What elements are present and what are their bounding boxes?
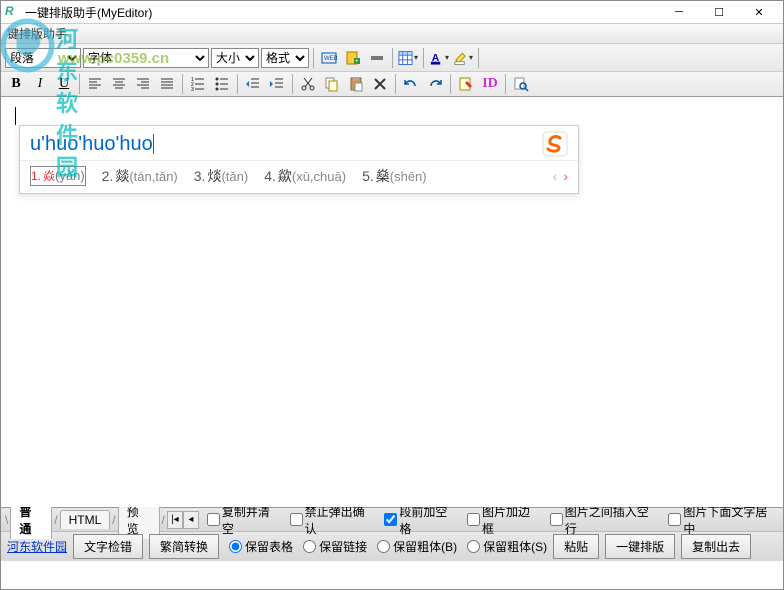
- sogou-logo-icon: [542, 131, 568, 157]
- checkbox-copy-clear[interactable]: 复制并清空: [207, 503, 282, 537]
- ime-prev-icon[interactable]: ‹: [553, 168, 558, 184]
- format-select[interactable]: 格式: [261, 48, 309, 68]
- tab-nav-first-icon[interactable]: |◂: [167, 511, 183, 529]
- ime-input-text: u'huo'huo'huo: [30, 133, 153, 156]
- tool-remove-icon[interactable]: [366, 47, 388, 69]
- radio-keep-link[interactable]: 保留链接: [303, 538, 367, 555]
- ime-candidate-4[interactable]: 4.歘(xū,chuā): [264, 166, 346, 186]
- window-title: 一键排版助手(MyEditor): [25, 4, 659, 21]
- italic-button[interactable]: I: [29, 73, 51, 95]
- delete-icon[interactable]: [369, 73, 391, 95]
- editor-content[interactable]: u'huo'huo'huo 1.焱(yàn) 2.燚(tán,tǎn) 3.㷋(…: [1, 97, 783, 507]
- underline-button[interactable]: U: [53, 73, 75, 95]
- svg-text:WEB: WEB: [324, 56, 337, 62]
- radio-keep-table[interactable]: 保留表格: [229, 538, 293, 555]
- svg-text:3: 3: [191, 87, 194, 92]
- highlight-button[interactable]: ▾: [452, 47, 474, 69]
- maximize-button[interactable]: ☐: [699, 1, 739, 23]
- radio-keep-bold-s[interactable]: 保留粗体(S): [467, 538, 547, 555]
- ime-candidate-2[interactable]: 2.燚(tán,tǎn): [102, 166, 178, 186]
- text-cursor: [15, 107, 16, 125]
- align-left-icon[interactable]: [84, 73, 106, 95]
- sub-header: 键排版助手: [1, 23, 783, 43]
- toolbar-row-1: 段落 字体 大小 格式 WEB + ▾ A▾ ▾: [1, 43, 783, 71]
- undo-icon[interactable]: [400, 73, 422, 95]
- paste-button[interactable]: 粘贴: [553, 534, 599, 559]
- edit-note-icon[interactable]: [455, 73, 477, 95]
- ordered-list-icon[interactable]: 123: [187, 73, 209, 95]
- trad-simp-button[interactable]: 繁简转换: [149, 534, 219, 559]
- font-select[interactable]: 字体: [83, 48, 209, 68]
- close-button[interactable]: ✕: [739, 1, 779, 23]
- redo-icon[interactable]: [424, 73, 446, 95]
- unordered-list-icon[interactable]: [211, 73, 233, 95]
- toolbar-row-2: B I U 123 ID: [1, 71, 783, 97]
- checkbox-img-caption-center[interactable]: 图片下面文字居中: [668, 503, 779, 537]
- tool-addpage-icon[interactable]: +: [342, 47, 364, 69]
- align-center-icon[interactable]: [108, 73, 130, 95]
- align-right-icon[interactable]: [132, 73, 154, 95]
- ime-panel: u'huo'huo'huo 1.焱(yàn) 2.燚(tán,tǎn) 3.㷋(…: [19, 125, 579, 194]
- checkbox-img-blank[interactable]: 图片之间插入空行: [550, 503, 661, 537]
- size-select[interactable]: 大小: [211, 48, 259, 68]
- layout-button[interactable]: 一键排版: [605, 534, 675, 559]
- cut-icon[interactable]: [297, 73, 319, 95]
- site-link[interactable]: 河东软件园: [7, 538, 67, 555]
- spellcheck-button[interactable]: 文字检错: [73, 534, 143, 559]
- font-color-button[interactable]: A▾: [428, 47, 450, 69]
- outdent-icon[interactable]: [242, 73, 264, 95]
- ime-candidate-3[interactable]: 3.㷋(tǎn): [194, 166, 248, 186]
- tab-html[interactable]: HTML: [60, 510, 111, 529]
- copy-out-button[interactable]: 复制出去: [681, 534, 751, 559]
- radio-keep-bold-b[interactable]: 保留粗体(B): [377, 538, 457, 555]
- ime-candidates[interactable]: 1.焱(yàn) 2.燚(tán,tǎn) 3.㷋(tǎn) 4.歘(xū,ch…: [20, 160, 578, 193]
- tab-nav-prev-icon[interactable]: ◂: [183, 511, 199, 529]
- minimize-button[interactable]: ─: [659, 1, 699, 23]
- paste-icon[interactable]: [345, 73, 367, 95]
- find-icon[interactable]: [510, 73, 532, 95]
- app-icon: R: [5, 4, 21, 20]
- indent-icon[interactable]: [266, 73, 288, 95]
- checkbox-no-confirm[interactable]: 禁止弹出确认: [290, 503, 377, 537]
- ime-next-icon[interactable]: ›: [563, 168, 568, 184]
- id-icon[interactable]: ID: [479, 73, 501, 95]
- svg-text:+: +: [355, 59, 359, 65]
- tool-web-icon[interactable]: WEB: [318, 47, 340, 69]
- checkbox-img-border[interactable]: 图片加边框: [467, 503, 542, 537]
- ime-candidate-5[interactable]: 5.燊(shēn): [362, 166, 427, 186]
- bold-button[interactable]: B: [5, 73, 27, 95]
- tool-table-icon[interactable]: ▾: [397, 47, 419, 69]
- align-justify-icon[interactable]: [156, 73, 178, 95]
- ime-candidate-1[interactable]: 1.焱(yàn): [30, 166, 86, 186]
- tabs-bar: \ 普通 / HTML / 预览 / |◂ ◂ 复制并清空 禁止弹出确认 段前加…: [1, 507, 783, 531]
- copy-icon[interactable]: [321, 73, 343, 95]
- paragraph-select[interactable]: 段落: [5, 48, 81, 68]
- checkbox-para-space[interactable]: 段前加空格: [384, 503, 459, 537]
